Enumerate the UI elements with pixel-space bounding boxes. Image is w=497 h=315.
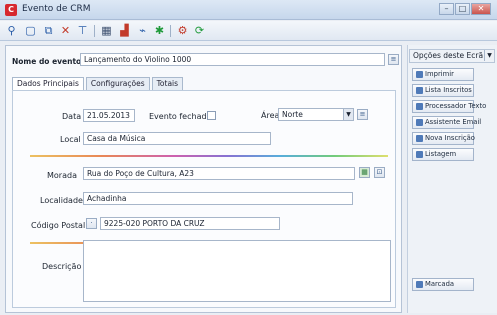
description-label: Descrição <box>42 262 82 271</box>
chevron-down-icon[interactable]: ▼ <box>343 109 353 120</box>
refresh-icon[interactable]: ⟳ <box>193 24 206 37</box>
print-button[interactable]: Imprimir <box>412 68 474 81</box>
title-bar: C Evento de CRM – □ ✕ <box>0 0 497 20</box>
options-select[interactable]: Opções deste Ecrã ▼ <box>409 49 495 63</box>
filter-icon[interactable]: ⊤ <box>76 24 89 37</box>
search-icon[interactable]: ⚲ <box>5 24 18 37</box>
window-title: Evento de CRM <box>22 4 91 14</box>
area-value: Norte <box>282 110 303 119</box>
registrations-list-label: Lista Inscritos <box>425 86 472 94</box>
area-select[interactable]: Norte ▼ <box>278 108 354 121</box>
toolbar: ⚲ ▢ ⧉ ✕ ⊤ ▦ ▟ ⌁ ✱ ⚙ ⟳ <box>0 21 497 41</box>
description-textarea[interactable] <box>83 240 391 302</box>
toolbar-separator <box>94 25 95 37</box>
toolbar-separator <box>170 25 171 37</box>
date-input[interactable]: 21.05.2013 <box>83 109 135 122</box>
address-lookup-icon[interactable]: ⊡ <box>374 167 385 178</box>
area-label: Área <box>261 111 280 120</box>
event-name-input[interactable]: Lançamento do Violino 1000 <box>80 53 385 66</box>
options-label: Opções deste Ecrã <box>413 51 484 60</box>
locality-input[interactable]: Achadinha <box>83 192 353 205</box>
event-name-label: Nome do evento <box>12 57 82 66</box>
copy-icon[interactable]: ⧉ <box>42 24 55 37</box>
grid-icon[interactable]: ▦ <box>100 24 113 37</box>
close-button[interactable]: ✕ <box>471 3 491 15</box>
local-input[interactable]: Casa da Música <box>83 132 271 145</box>
marked-label: Marcada <box>425 280 455 288</box>
listing-button[interactable]: Listagem <box>412 148 474 161</box>
postal-input[interactable]: 9225-020 PORTO DA CRUZ <box>100 217 280 230</box>
address-input[interactable]: Rua do Poço de Cultura, A23 <box>83 167 355 180</box>
pen-icon <box>416 103 423 110</box>
new-registration-button[interactable]: Nova Inscrição <box>412 132 475 145</box>
settings-icon[interactable]: ✱ <box>153 24 166 37</box>
print-button-label: Imprimir <box>425 70 454 78</box>
tab-totais[interactable]: Totais <box>151 77 184 90</box>
closed-checkbox[interactable] <box>207 111 216 120</box>
list-icon <box>416 87 423 94</box>
window-controls: – □ ✕ <box>439 3 491 15</box>
registrations-list-button[interactable]: Lista Inscritos <box>412 84 474 97</box>
text-processor-label: Processador Texto <box>425 102 487 110</box>
marked-icon <box>416 281 423 288</box>
maximize-button[interactable]: □ <box>455 3 470 15</box>
locality-label: Localidade <box>40 196 83 205</box>
listing-label: Listagem <box>425 150 457 158</box>
address-label: Morada <box>47 171 77 180</box>
chevron-down-icon[interactable]: ▼ <box>484 50 494 61</box>
map-icon[interactable]: ▦ <box>359 167 370 178</box>
marked-button[interactable]: Marcada <box>412 278 474 291</box>
email-icon <box>416 119 423 126</box>
new-record-icon[interactable]: ▢ <box>24 24 37 37</box>
local-label: Local <box>60 135 81 144</box>
minimize-button[interactable]: – <box>439 3 454 15</box>
new-document-icon <box>416 135 423 142</box>
tab-bar: Dados Principais Configurações Totais <box>12 77 185 90</box>
new-registration-label: Nova Inscrição <box>425 134 475 142</box>
tools-icon[interactable]: ⚙ <box>176 24 189 37</box>
email-assistant-button[interactable]: Assistente Email <box>412 116 481 129</box>
link-icon[interactable]: ⌁ <box>136 24 149 37</box>
tab-configuracoes[interactable]: Configurações <box>85 77 150 90</box>
chart-icon[interactable]: ▟ <box>118 24 131 37</box>
text-processor-button[interactable]: Processador Texto <box>412 100 486 113</box>
area-lookup-icon[interactable]: ≡ <box>357 109 368 120</box>
email-assistant-label: Assistente Email <box>425 118 482 126</box>
closed-label: Evento fechado <box>149 112 212 121</box>
tab-dados-principais[interactable]: Dados Principais <box>12 77 84 90</box>
postal-label: Código Postal <box>31 221 86 230</box>
section-divider <box>30 155 388 157</box>
document-icon <box>416 151 423 158</box>
crm-app-icon: C <box>5 4 17 16</box>
date-label: Data <box>62 112 82 121</box>
delete-icon[interactable]: ✕ <box>59 24 72 37</box>
print-icon <box>416 71 423 78</box>
event-name-lookup-icon[interactable]: ≡ <box>388 54 399 65</box>
postal-lookup-icon[interactable]: · <box>86 218 97 229</box>
